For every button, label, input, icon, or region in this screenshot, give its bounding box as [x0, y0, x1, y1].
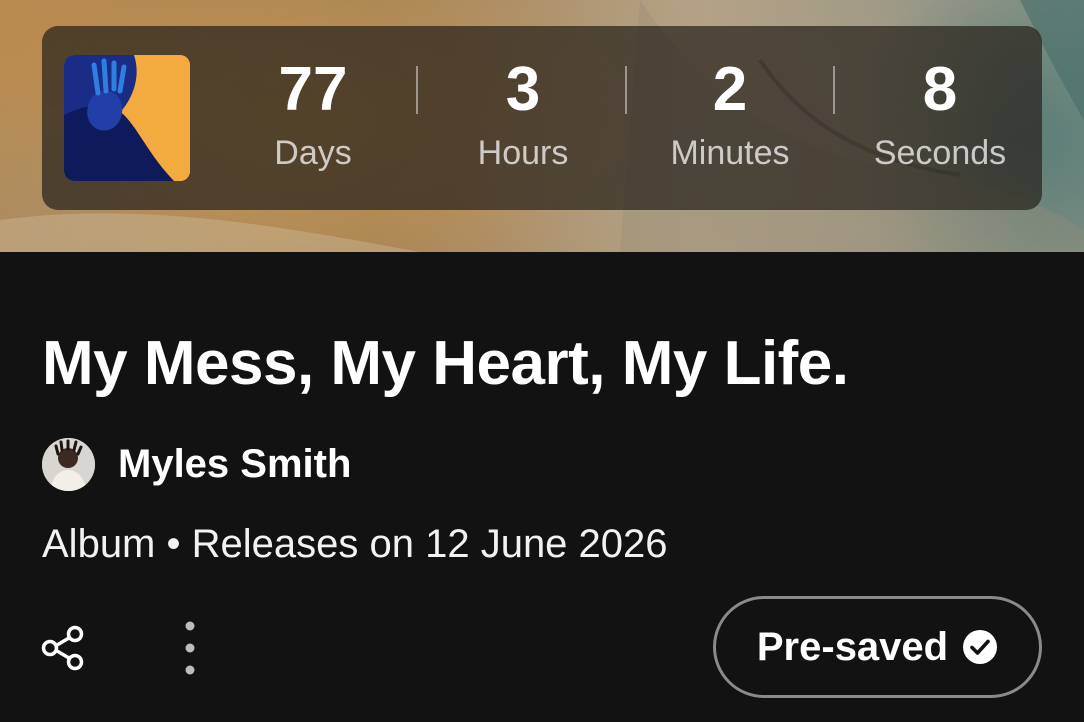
- countdown-divider: [416, 66, 418, 114]
- days-value: 77: [278, 55, 348, 124]
- seconds-label: Seconds: [873, 134, 1007, 172]
- seconds-value: 8: [922, 55, 958, 124]
- countdown-days: 77 Days: [223, 55, 403, 173]
- countdown-seconds: 8 Seconds: [850, 55, 1030, 173]
- hero-banner: 77 Days 3 Hours 2 Minutes 8 Seconds: [0, 0, 1084, 252]
- album-title: My Mess, My Heart, My Life.: [42, 329, 849, 398]
- presave-label: Pre-saved: [756, 625, 949, 669]
- album-cover-art: [64, 55, 190, 181]
- countdown-divider: [625, 66, 627, 114]
- check-circle-icon: [963, 630, 998, 664]
- artist-avatar-image: [42, 437, 95, 491]
- countdown-minutes: 2 Minutes: [640, 55, 820, 173]
- minutes-label: Minutes: [670, 134, 790, 172]
- countdown-hours: 3 Hours: [433, 55, 613, 173]
- share-icon[interactable]: [40, 625, 86, 671]
- artist-name[interactable]: Myles Smith: [118, 440, 351, 488]
- artist-row[interactable]: Myles Smith: [42, 437, 351, 491]
- artist-avatar[interactable]: [42, 437, 95, 491]
- hours-label: Hours: [477, 134, 569, 172]
- album-cover[interactable]: [64, 55, 190, 181]
- days-label: Days: [274, 134, 352, 172]
- hours-value: 3: [505, 55, 541, 124]
- countdown-panel: 77 Days 3 Hours 2 Minutes 8 Seconds: [42, 26, 1042, 210]
- release-info: Album • Releases on 12 June 2026: [42, 522, 668, 566]
- countdown-divider: [833, 66, 835, 114]
- more-options-icon[interactable]: [172, 618, 208, 678]
- presave-button[interactable]: Pre-saved: [713, 596, 1042, 698]
- minutes-value: 2: [712, 55, 748, 124]
